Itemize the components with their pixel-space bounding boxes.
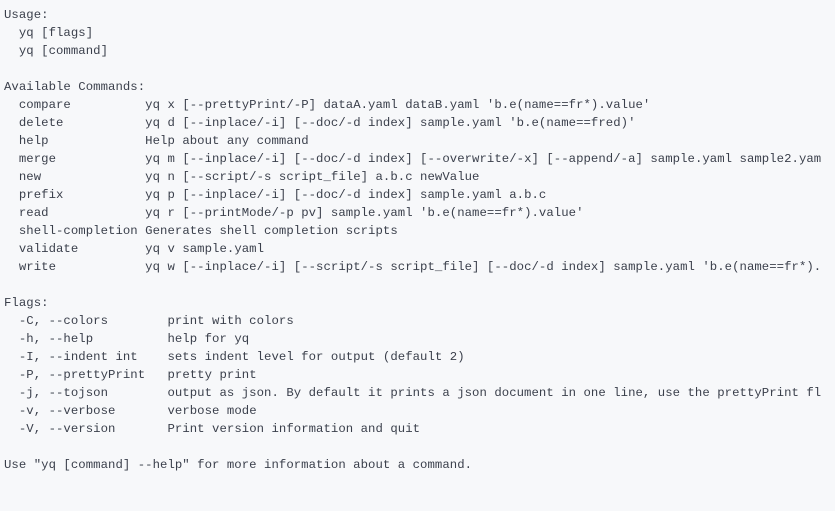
footer-hint: Use "yq [command] --help" for more infor… xyxy=(4,458,472,472)
flag-desc: verbose mode xyxy=(167,404,256,418)
usage-header: Usage: xyxy=(4,8,49,22)
commands-header: Available Commands: xyxy=(4,80,145,94)
command-name: merge xyxy=(19,152,56,166)
command-name: help xyxy=(19,134,49,148)
flag-desc: Print version information and quit xyxy=(167,422,420,436)
command-desc: yq x [--prettyPrint/-P] dataA.yaml dataB… xyxy=(145,98,650,112)
flag-desc: print with colors xyxy=(167,314,293,328)
command-desc: yq m [--inplace/-i] [--doc/-d index] [--… xyxy=(145,152,821,166)
usage-line: yq [flags] xyxy=(19,26,93,40)
command-desc: yq w [--inplace/-i] [--script/-s script_… xyxy=(145,260,821,274)
command-name: compare xyxy=(19,98,71,112)
command-desc: yq v sample.yaml xyxy=(145,242,264,256)
flag-name: -C, --colors xyxy=(19,314,108,328)
usage-line: yq [command] xyxy=(19,44,108,58)
command-desc: yq r [--printMode/-p pv] sample.yaml 'b.… xyxy=(145,206,583,220)
command-desc: yq d [--inplace/-i] [--doc/-d index] sam… xyxy=(145,116,635,130)
command-desc: Help about any command xyxy=(145,134,308,148)
flag-name: -I, --indent int xyxy=(19,350,138,364)
command-desc: yq n [--script/-s script_file] a.b.c new… xyxy=(145,170,479,184)
flag-name: -h, --help xyxy=(19,332,93,346)
flag-desc: help for yq xyxy=(167,332,249,346)
cli-help-output: Usage: yq [flags] yq [command] Available… xyxy=(0,0,835,480)
flag-name: -j, --tojson xyxy=(19,386,108,400)
command-name: read xyxy=(19,206,49,220)
flags-header: Flags: xyxy=(4,296,49,310)
flag-name: -v, --verbose xyxy=(19,404,116,418)
command-name: validate xyxy=(19,242,78,256)
flag-desc: sets indent level for output (default 2) xyxy=(167,350,464,364)
command-name: shell-completion xyxy=(19,224,138,238)
flag-desc: pretty print xyxy=(167,368,256,382)
command-desc: Generates shell completion scripts xyxy=(145,224,398,238)
command-name: write xyxy=(19,260,56,274)
command-name: prefix xyxy=(19,188,64,202)
flag-desc: output as json. By default it prints a j… xyxy=(167,386,821,400)
command-name: new xyxy=(19,170,41,184)
flag-name: -V, --version xyxy=(19,422,116,436)
flag-name: -P, --prettyPrint xyxy=(19,368,145,382)
command-desc: yq p [--inplace/-i] [--doc/-d index] sam… xyxy=(145,188,546,202)
command-name: delete xyxy=(19,116,64,130)
